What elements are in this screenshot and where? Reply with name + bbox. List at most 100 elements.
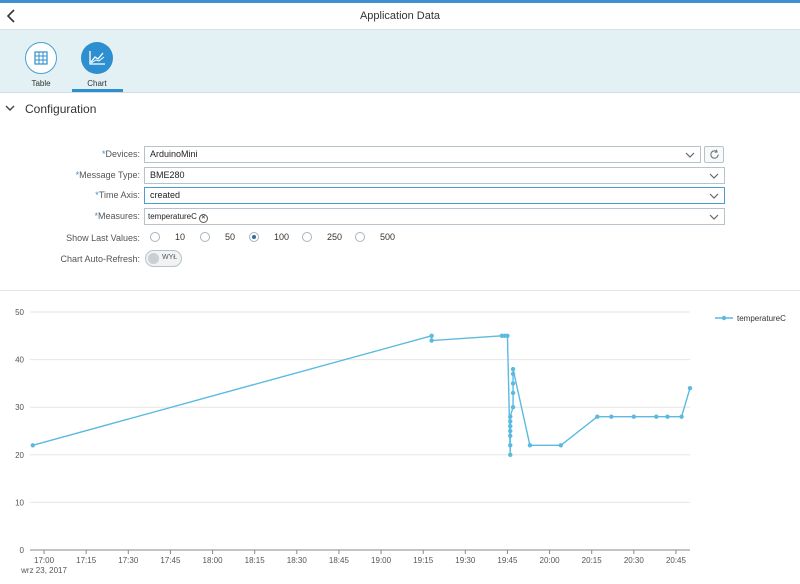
chevron-down-icon	[709, 214, 719, 220]
measures-label-text: Measures:	[97, 211, 140, 221]
x-tick-label: 17:15	[76, 556, 97, 565]
radio-label: 50	[225, 232, 236, 242]
data-point	[510, 381, 516, 386]
data-point	[505, 333, 510, 338]
tab-chart-label: Chart	[87, 79, 107, 88]
radio-button	[150, 232, 160, 242]
x-tick-label: 17:00	[34, 556, 55, 565]
tab-chart-circle	[81, 42, 113, 74]
data-point	[30, 443, 36, 448]
x-tick-label: 18:45	[329, 556, 350, 565]
chevron-down-icon	[5, 105, 15, 111]
icon-tab-bar: Table Chart	[0, 30, 800, 93]
time-axis-value: created	[150, 190, 181, 200]
x-tick-label: 17:45	[160, 556, 181, 565]
radio-label: 100	[274, 232, 290, 242]
radio-label: 500	[380, 232, 396, 242]
radio-button	[355, 232, 365, 242]
data-point	[527, 443, 533, 448]
radio-button	[302, 232, 312, 242]
y-tick-label: 10	[15, 498, 24, 507]
radio-option-50[interactable]: 50	[200, 231, 245, 243]
toggle-state-text: WYŁ	[162, 254, 178, 261]
page-title: Application Data	[359, 10, 441, 22]
data-point	[631, 414, 637, 419]
measures-label: *Measures:	[94, 211, 140, 221]
time-axis-label-text: Time Axis:	[98, 190, 140, 200]
y-tick-label: 30	[15, 403, 24, 412]
tab-table[interactable]: Table	[16, 42, 66, 88]
data-point	[508, 443, 513, 448]
data-point	[558, 443, 564, 448]
remove-token-icon[interactable]: ✕	[198, 214, 208, 223]
data-point	[609, 414, 614, 419]
data-point	[510, 371, 516, 377]
tab-table-circle	[25, 42, 57, 74]
message-type-select[interactable]: BME280	[144, 167, 725, 184]
data-point	[595, 414, 600, 419]
data-point	[508, 414, 513, 419]
y-tick-label: 40	[15, 356, 24, 365]
chart-auto-refresh-label: Chart Auto-Refresh:	[60, 254, 140, 264]
data-point	[508, 433, 513, 438]
measures-multiselect[interactable]: temperatureC ✕	[144, 208, 725, 225]
line-chart-icon	[89, 51, 105, 65]
y-tick-label: 50	[15, 308, 24, 317]
message-type-value: BME280	[150, 170, 185, 180]
data-point	[508, 419, 513, 424]
x-tick-label: 19:15	[413, 556, 434, 565]
x-tick-label: 17:30	[118, 556, 139, 565]
chevron-down-icon	[685, 152, 695, 158]
legend-marker	[721, 315, 727, 321]
refresh-devices-button[interactable]	[704, 146, 724, 163]
radio-button	[200, 232, 210, 242]
selected-tab-indicator	[72, 89, 123, 92]
x-tick-label: 19:45	[497, 556, 518, 565]
data-point	[665, 414, 670, 419]
tab-chart[interactable]: Chart	[72, 42, 122, 88]
radio-option-10[interactable]: 10	[150, 231, 195, 243]
temperature-line-chart: 0 10 20 30 40 50 17:00 17:15 17:30 17:45 18:00 18:1…	[15, 308, 786, 575]
data-point	[508, 428, 513, 434]
data-point	[510, 390, 516, 396]
x-tick-label: 18:15	[245, 556, 266, 565]
x-date-label: wrz 23, 2017	[20, 566, 67, 575]
app-header: Application Data	[0, 3, 800, 30]
data-point	[510, 366, 516, 372]
x-tick-label: 18:30	[287, 556, 308, 565]
x-tick-label: 19:00	[371, 556, 392, 565]
time-axis-select[interactable]: created	[144, 187, 725, 204]
radio-option-250[interactable]: 250	[302, 231, 347, 243]
data-point	[508, 424, 513, 429]
table-icon	[34, 51, 48, 65]
y-tick-label: 20	[15, 451, 24, 460]
data-point	[508, 452, 513, 457]
chevron-down-icon	[709, 193, 719, 199]
devices-label-text: Devices:	[105, 149, 140, 159]
x-tick-label: 20:15	[582, 556, 603, 565]
data-point	[429, 333, 434, 338]
auto-refresh-toggle[interactable]: WYŁ	[145, 250, 182, 267]
section-divider	[0, 290, 800, 291]
y-tick-label: 0	[20, 546, 25, 555]
radio-option-500[interactable]: 500	[355, 231, 400, 243]
data-point	[510, 405, 516, 410]
radio-option-100[interactable]: 100	[249, 231, 294, 243]
series-line	[32, 334, 691, 455]
message-type-label-text: Message Type:	[79, 170, 140, 180]
configuration-panel-header[interactable]: Configuration	[0, 94, 800, 122]
data-point	[687, 385, 693, 391]
x-tick-label: 20:45	[666, 556, 687, 565]
x-tick-label: 18:00	[203, 556, 224, 565]
radio-button-selected	[249, 232, 259, 242]
tab-table-label: Table	[31, 79, 51, 88]
chevron-down-icon	[709, 173, 719, 179]
toggle-knob	[148, 253, 159, 264]
devices-select[interactable]: ArduinoMini	[144, 146, 701, 163]
devices-value: ArduinoMini	[150, 149, 198, 159]
devices-label: *Devices:	[101, 149, 140, 159]
data-point	[679, 414, 684, 419]
x-tick-label: 20:00	[540, 556, 561, 565]
x-tick-label: 20:30	[624, 556, 645, 565]
radio-label: 250	[327, 232, 343, 242]
